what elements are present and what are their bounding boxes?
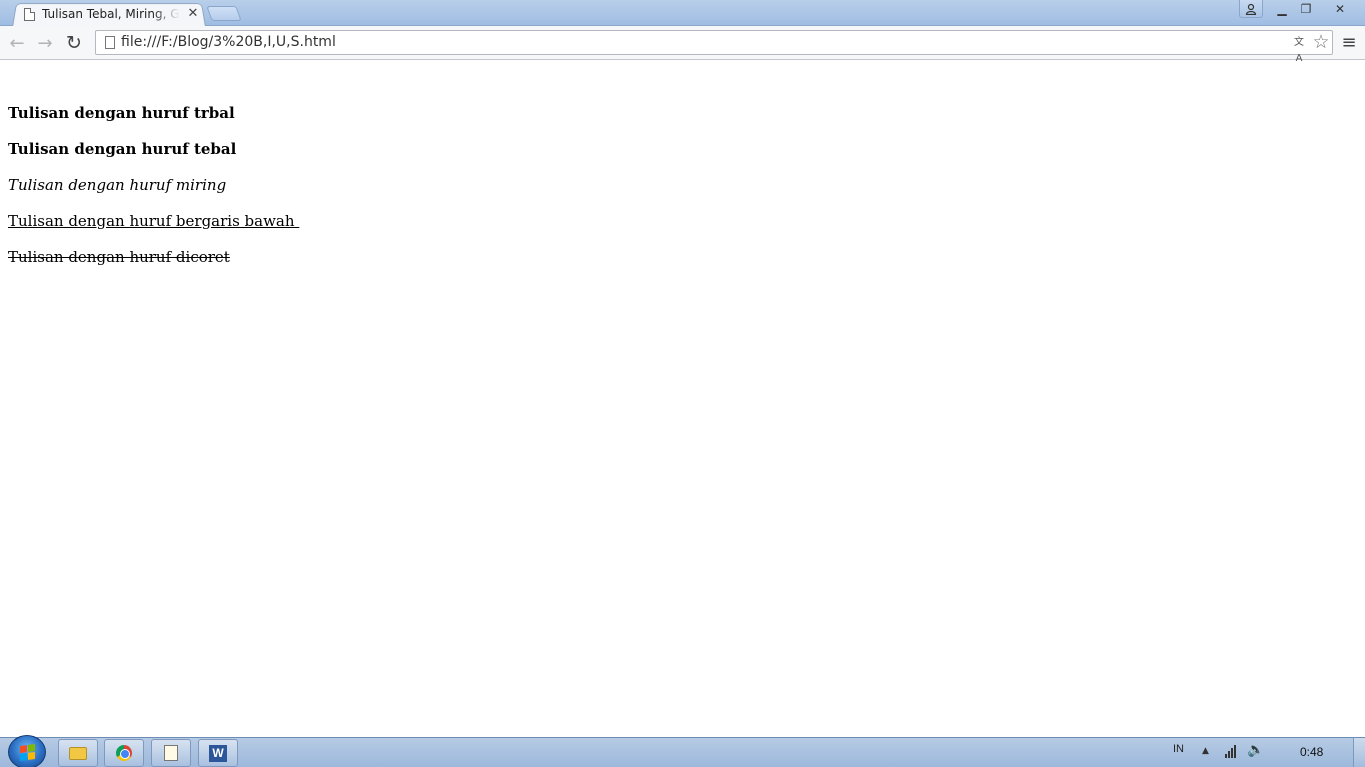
translate-icon[interactable]: 文A xyxy=(1291,35,1307,64)
title-bar: Tulisan Tebal, Miring, Garis Bawah, Core… xyxy=(0,0,1365,28)
page-icon xyxy=(105,36,115,49)
forward-button[interactable]: → xyxy=(33,31,57,55)
start-button[interactable] xyxy=(8,735,46,767)
language-indicator[interactable]: IN xyxy=(1173,743,1184,755)
new-tab-button[interactable] xyxy=(206,6,242,21)
clock[interactable]: 0:48 xyxy=(1300,745,1323,759)
browser-toolbar: ← → ↻ file:///F:/Blog/3%20B,I,U,S.html 文… xyxy=(0,26,1365,64)
taskbar: W IN ▲ 🔈 0:48 xyxy=(0,735,1365,767)
close-window-button[interactable]: ✕ xyxy=(1318,0,1362,18)
bold-text-line: Tulisan dengan huruf tebal xyxy=(8,140,237,158)
taskbar-chrome-button[interactable] xyxy=(104,739,144,767)
bookmark-star-icon[interactable]: ☆ xyxy=(1311,32,1331,52)
underline-text-line: Tulisan dengan huruf bergaris bawah xyxy=(8,212,300,230)
maximize-button[interactable]: ❐ xyxy=(1294,0,1318,18)
strikethrough-text-line: Tulisan dengan huruf dicoret xyxy=(8,248,230,266)
chrome-icon xyxy=(116,745,132,761)
profile-icon xyxy=(1245,3,1257,15)
volume-icon[interactable]: 🔈 xyxy=(1247,742,1264,758)
network-signal-icon[interactable] xyxy=(1225,744,1236,758)
minimize-button[interactable]: ▁ xyxy=(1270,0,1294,18)
address-bar[interactable]: file:///F:/Blog/3%20B,I,U,S.html 文A ☆ xyxy=(95,30,1333,64)
notepad-icon xyxy=(164,745,178,761)
back-button[interactable]: ← xyxy=(5,31,29,55)
bold-text-line: Tulisan dengan huruf trbal xyxy=(8,104,235,122)
show-hidden-icons-button[interactable]: ▲ xyxy=(1202,746,1209,756)
tab-title: Tulisan Tebal, Miring, Garis Bawah, Core… xyxy=(42,7,180,21)
menu-button[interactable]: ≡ xyxy=(1340,33,1358,53)
reload-button[interactable]: ↻ xyxy=(62,31,86,55)
word-icon: W xyxy=(209,744,227,762)
windows-start-icon xyxy=(19,743,35,761)
italic-text-line: Tulisan dengan huruf miring xyxy=(8,176,227,194)
taskbar-explorer-button[interactable] xyxy=(58,739,98,767)
url-text[interactable]: file:///F:/Blog/3%20B,I,U,S.html xyxy=(121,34,336,50)
browser-tab-content[interactable]: Tulisan Tebal, Miring, Garis Bawah, Core… xyxy=(22,4,204,24)
page-viewport: Tulisan dengan huruf trbal Tulisan denga… xyxy=(0,61,1365,737)
tab-close-icon[interactable]: ✕ xyxy=(186,7,200,21)
show-desktop-button[interactable] xyxy=(1353,738,1365,767)
taskbar-word-button[interactable]: W xyxy=(198,739,238,767)
windows-explorer-icon xyxy=(69,746,87,760)
page-icon xyxy=(24,7,35,21)
page-content: Tulisan dengan huruf trbal Tulisan denga… xyxy=(8,102,299,282)
profile-button[interactable] xyxy=(1239,0,1263,18)
taskbar-notepad-button[interactable] xyxy=(151,739,191,767)
